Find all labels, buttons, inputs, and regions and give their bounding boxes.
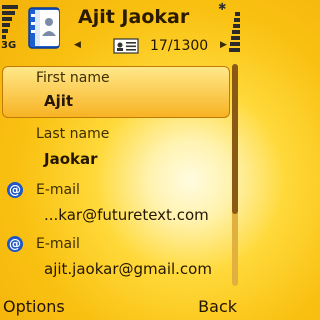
email-icon: @ xyxy=(7,236,23,252)
field-label: E-mail xyxy=(36,236,80,252)
first-name-field[interactable]: First name Ajit xyxy=(0,66,232,118)
next-contact-arrow-icon[interactable]: ▶ xyxy=(220,40,227,50)
field-label: E-mail xyxy=(36,182,80,198)
contact-card-icon xyxy=(113,38,139,54)
field-value: Ajit xyxy=(44,92,74,110)
back-softkey[interactable]: Back xyxy=(198,297,237,316)
email-icon: @ xyxy=(7,182,23,198)
status-header: 3G Ajit Jaokar ◀ 17/1300 ▶ ✱ xyxy=(0,0,240,62)
email-field-personal[interactable]: @ E-mail ajit.jaokar@gmail.com xyxy=(0,234,232,284)
field-value: ...kar@futuretext.com xyxy=(44,206,209,224)
contact-details-screen: 3G Ajit Jaokar ◀ 17/1300 ▶ ✱ First name … xyxy=(0,0,240,320)
options-softkey[interactable]: Options xyxy=(3,297,65,316)
previous-contact-arrow-icon[interactable]: ◀ xyxy=(74,40,81,50)
signal-strength-icon xyxy=(2,5,18,41)
battery-level-icon xyxy=(228,12,240,60)
contacts-app-icon xyxy=(28,7,60,49)
network-type-label: 3G xyxy=(1,40,17,51)
scrollbar-thumb[interactable] xyxy=(232,64,238,214)
field-value: Jaokar xyxy=(44,150,98,168)
field-label: Last name xyxy=(36,126,110,142)
field-value: ajit.jaokar@gmail.com xyxy=(44,260,212,278)
contact-counter: 17/1300 xyxy=(150,38,209,54)
bluetooth-icon: ✱ xyxy=(218,2,227,13)
page-title: Ajit Jaokar xyxy=(78,6,190,28)
last-name-field[interactable]: Last name Jaokar xyxy=(0,124,232,174)
email-field-work[interactable]: @ E-mail ...kar@futuretext.com xyxy=(0,180,232,230)
scrollbar[interactable] xyxy=(232,64,238,286)
field-label: First name xyxy=(36,70,110,86)
